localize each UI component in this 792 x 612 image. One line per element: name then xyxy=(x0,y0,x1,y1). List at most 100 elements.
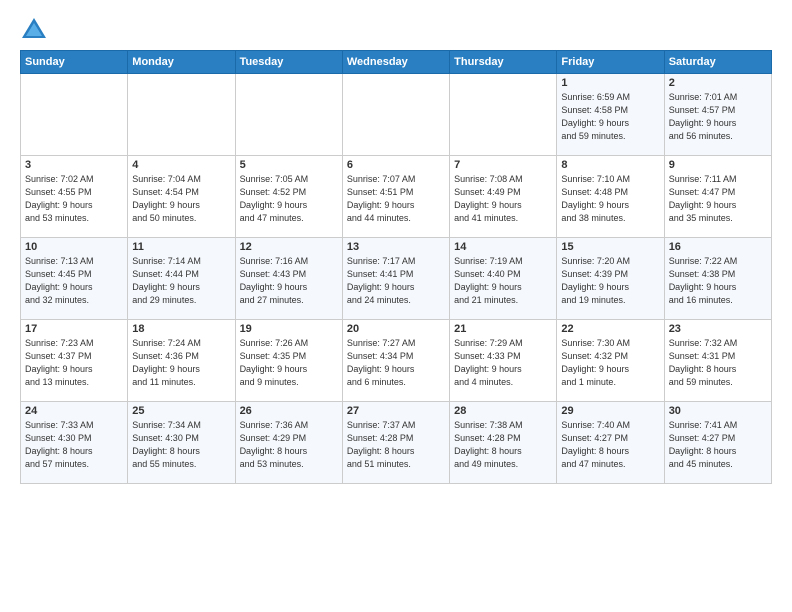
day-info: Sunrise: 7:04 AM Sunset: 4:54 PM Dayligh… xyxy=(132,173,230,225)
day-cell: 29 Sunrise: 7:40 AM Sunset: 4:27 PM Dayli… xyxy=(557,402,664,484)
day-number: 10 xyxy=(25,241,123,253)
day-info: Sunrise: 7:30 AM Sunset: 4:32 PM Dayligh… xyxy=(561,337,659,389)
day-info: Sunrise: 7:19 AM Sunset: 4:40 PM Dayligh… xyxy=(454,255,552,307)
day-info: Sunrise: 7:41 AM Sunset: 4:27 PM Dayligh… xyxy=(669,419,767,471)
day-number: 6 xyxy=(347,159,445,171)
day-number: 28 xyxy=(454,405,552,417)
day-cell: 26 Sunrise: 7:36 AM Sunset: 4:29 PM Dayli… xyxy=(235,402,342,484)
day-cell: 5 Sunrise: 7:05 AM Sunset: 4:52 PM Daylig… xyxy=(235,156,342,238)
day-cell: 2 Sunrise: 7:01 AM Sunset: 4:57 PM Daylig… xyxy=(664,74,771,156)
day-cell: 22 Sunrise: 7:30 AM Sunset: 4:32 PM Dayli… xyxy=(557,320,664,402)
day-number: 30 xyxy=(669,405,767,417)
day-cell: 4 Sunrise: 7:04 AM Sunset: 4:54 PM Daylig… xyxy=(128,156,235,238)
day-number: 16 xyxy=(669,241,767,253)
day-info: Sunrise: 7:17 AM Sunset: 4:41 PM Dayligh… xyxy=(347,255,445,307)
day-number: 20 xyxy=(347,323,445,335)
day-number: 25 xyxy=(132,405,230,417)
day-number: 21 xyxy=(454,323,552,335)
week-row-4: 17 Sunrise: 7:23 AM Sunset: 4:37 PM Dayli… xyxy=(21,320,772,402)
day-number: 22 xyxy=(561,323,659,335)
day-info: Sunrise: 7:32 AM Sunset: 4:31 PM Dayligh… xyxy=(669,337,767,389)
header-cell-wednesday: Wednesday xyxy=(342,51,449,74)
day-info: Sunrise: 7:13 AM Sunset: 4:45 PM Dayligh… xyxy=(25,255,123,307)
day-number: 19 xyxy=(240,323,338,335)
day-number: 2 xyxy=(669,77,767,89)
day-info: Sunrise: 7:11 AM Sunset: 4:47 PM Dayligh… xyxy=(669,173,767,225)
header-cell-saturday: Saturday xyxy=(664,51,771,74)
day-cell xyxy=(235,74,342,156)
page: SundayMondayTuesdayWednesdayThursdayFrid… xyxy=(0,0,792,612)
day-cell: 23 Sunrise: 7:32 AM Sunset: 4:31 PM Dayli… xyxy=(664,320,771,402)
day-cell: 14Sunrise: 7:19 AM Sunset: 4:40 PM Dayli… xyxy=(450,238,557,320)
header-cell-monday: Monday xyxy=(128,51,235,74)
day-cell: 24Sunrise: 7:33 AM Sunset: 4:30 PM Dayli… xyxy=(21,402,128,484)
day-cell xyxy=(450,74,557,156)
day-cell: 7Sunrise: 7:08 AM Sunset: 4:49 PM Daylig… xyxy=(450,156,557,238)
week-row-2: 3 Sunrise: 7:02 AM Sunset: 4:55 PM Daylig… xyxy=(21,156,772,238)
logo xyxy=(20,16,52,44)
day-cell: 6 Sunrise: 7:07 AM Sunset: 4:51 PM Daylig… xyxy=(342,156,449,238)
day-number: 11 xyxy=(132,241,230,253)
day-number: 23 xyxy=(669,323,767,335)
day-info: Sunrise: 7:29 AM Sunset: 4:33 PM Dayligh… xyxy=(454,337,552,389)
day-cell: 28 Sunrise: 7:38 AM Sunset: 4:28 PM Dayli… xyxy=(450,402,557,484)
day-cell: 27 Sunrise: 7:37 AM Sunset: 4:28 PM Dayli… xyxy=(342,402,449,484)
day-info: Sunrise: 7:23 AM Sunset: 4:37 PM Dayligh… xyxy=(25,337,123,389)
day-number: 15 xyxy=(561,241,659,253)
day-cell: 11 Sunrise: 7:14 AM Sunset: 4:44 PM Dayli… xyxy=(128,238,235,320)
day-info: Sunrise: 7:07 AM Sunset: 4:51 PM Dayligh… xyxy=(347,173,445,225)
day-cell xyxy=(128,74,235,156)
day-cell: 25Sunrise: 7:34 AM Sunset: 4:30 PM Dayli… xyxy=(128,402,235,484)
day-cell: 8Sunrise: 7:10 AM Sunset: 4:48 PM Daylig… xyxy=(557,156,664,238)
day-cell: 13 Sunrise: 7:17 AM Sunset: 4:41 PM Dayli… xyxy=(342,238,449,320)
day-info: Sunrise: 7:27 AM Sunset: 4:34 PM Dayligh… xyxy=(347,337,445,389)
day-number: 1 xyxy=(561,77,659,89)
header-row: SundayMondayTuesdayWednesdayThursdayFrid… xyxy=(21,51,772,74)
day-info: Sunrise: 7:10 AM Sunset: 4:48 PM Dayligh… xyxy=(561,173,659,225)
day-cell: 18 Sunrise: 7:24 AM Sunset: 4:36 PM Dayli… xyxy=(128,320,235,402)
week-row-5: 24Sunrise: 7:33 AM Sunset: 4:30 PM Dayli… xyxy=(21,402,772,484)
day-cell: 9 Sunrise: 7:11 AM Sunset: 4:47 PM Daylig… xyxy=(664,156,771,238)
day-cell xyxy=(342,74,449,156)
day-cell: 12 Sunrise: 7:16 AM Sunset: 4:43 PM Dayli… xyxy=(235,238,342,320)
day-number: 5 xyxy=(240,159,338,171)
day-info: Sunrise: 7:22 AM Sunset: 4:38 PM Dayligh… xyxy=(669,255,767,307)
day-info: Sunrise: 7:16 AM Sunset: 4:43 PM Dayligh… xyxy=(240,255,338,307)
day-cell: 16 Sunrise: 7:22 AM Sunset: 4:38 PM Dayli… xyxy=(664,238,771,320)
day-info: Sunrise: 7:38 AM Sunset: 4:28 PM Dayligh… xyxy=(454,419,552,471)
day-cell xyxy=(21,74,128,156)
day-info: Sunrise: 7:37 AM Sunset: 4:28 PM Dayligh… xyxy=(347,419,445,471)
day-info: Sunrise: 7:24 AM Sunset: 4:36 PM Dayligh… xyxy=(132,337,230,389)
day-cell: 17 Sunrise: 7:23 AM Sunset: 4:37 PM Dayli… xyxy=(21,320,128,402)
day-info: Sunrise: 7:01 AM Sunset: 4:57 PM Dayligh… xyxy=(669,91,767,143)
day-number: 12 xyxy=(240,241,338,253)
day-info: Sunrise: 7:14 AM Sunset: 4:44 PM Dayligh… xyxy=(132,255,230,307)
day-cell: 20 Sunrise: 7:27 AM Sunset: 4:34 PM Dayli… xyxy=(342,320,449,402)
day-info: Sunrise: 7:20 AM Sunset: 4:39 PM Dayligh… xyxy=(561,255,659,307)
calendar-header: SundayMondayTuesdayWednesdayThursdayFrid… xyxy=(21,51,772,74)
header-cell-friday: Friday xyxy=(557,51,664,74)
day-number: 27 xyxy=(347,405,445,417)
day-number: 9 xyxy=(669,159,767,171)
day-info: Sunrise: 7:02 AM Sunset: 4:55 PM Dayligh… xyxy=(25,173,123,225)
day-number: 13 xyxy=(347,241,445,253)
day-number: 18 xyxy=(132,323,230,335)
calendar-body: 1 Sunrise: 6:59 AM Sunset: 4:58 PM Daylig… xyxy=(21,74,772,484)
day-info: Sunrise: 6:59 AM Sunset: 4:58 PM Dayligh… xyxy=(561,91,659,143)
day-info: Sunrise: 7:05 AM Sunset: 4:52 PM Dayligh… xyxy=(240,173,338,225)
day-info: Sunrise: 7:33 AM Sunset: 4:30 PM Dayligh… xyxy=(25,419,123,471)
day-number: 17 xyxy=(25,323,123,335)
header xyxy=(20,16,772,44)
day-info: Sunrise: 7:36 AM Sunset: 4:29 PM Dayligh… xyxy=(240,419,338,471)
day-info: Sunrise: 7:40 AM Sunset: 4:27 PM Dayligh… xyxy=(561,419,659,471)
day-cell: 30 Sunrise: 7:41 AM Sunset: 4:27 PM Dayli… xyxy=(664,402,771,484)
day-number: 29 xyxy=(561,405,659,417)
day-cell: 10 Sunrise: 7:13 AM Sunset: 4:45 PM Dayli… xyxy=(21,238,128,320)
logo-icon xyxy=(20,16,48,44)
day-cell: 15 Sunrise: 7:20 AM Sunset: 4:39 PM Dayli… xyxy=(557,238,664,320)
day-cell: 19Sunrise: 7:26 AM Sunset: 4:35 PM Dayli… xyxy=(235,320,342,402)
day-number: 3 xyxy=(25,159,123,171)
day-number: 26 xyxy=(240,405,338,417)
day-number: 4 xyxy=(132,159,230,171)
day-number: 7 xyxy=(454,159,552,171)
